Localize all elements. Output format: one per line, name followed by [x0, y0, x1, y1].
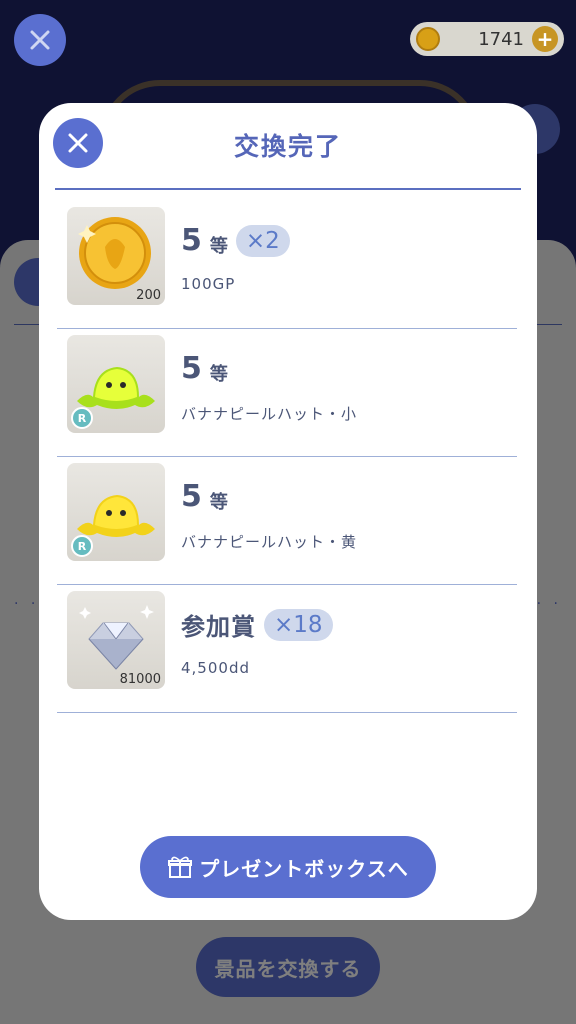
- gift-icon: [168, 856, 193, 878]
- close-icon: [30, 30, 50, 50]
- present-box-button[interactable]: プレゼントボックスへ: [140, 836, 436, 898]
- prize-list: 200 5 等 ×2 100GP R 5 等 バナナピールハット・小 R 5 等…: [57, 201, 517, 713]
- rank-number: 5: [181, 351, 202, 386]
- rank-unit: 等: [209, 363, 228, 385]
- prize-row: R 5 等 バナナピールハット・小: [57, 329, 517, 457]
- prize-thumbnail: R: [67, 335, 165, 433]
- prize-rank: 5 等: [181, 479, 228, 514]
- prize-description: 4,500dd: [181, 659, 250, 677]
- multiplier-badge: ×2: [235, 224, 290, 257]
- prize-row: R 5 等 バナナピールハット・黄: [57, 457, 517, 585]
- prize-thumbnail: R: [67, 463, 165, 561]
- multiplier-badge: ×18: [264, 608, 333, 641]
- prize-description: 100GP: [181, 275, 236, 293]
- present-box-label: プレゼントボックスへ: [199, 856, 409, 881]
- prize-thumbnail: 200: [67, 207, 165, 305]
- rank-number: 5: [181, 223, 202, 258]
- prize-thumbnail: 81000: [67, 591, 165, 689]
- prize-row: 200 5 等 ×2 100GP: [57, 201, 517, 329]
- exchange-complete-modal: 交換完了 200 5 等 ×2 100GP R 5 等 バナナピールハット・小 …: [39, 103, 537, 920]
- coin-icon: [416, 27, 440, 51]
- rank-unit: 等: [209, 235, 228, 257]
- title-divider: [55, 188, 521, 190]
- coin-balance: 1741 +: [410, 22, 564, 56]
- coin-amount: 1741: [478, 28, 524, 50]
- modal-title: 交換完了: [233, 132, 342, 161]
- prize-rank: 5 等 ×2: [181, 223, 290, 258]
- prize-thumb-qty: 81000: [119, 672, 161, 687]
- rarity-badge: R: [71, 407, 93, 429]
- rank-label: 参加賞: [181, 613, 256, 641]
- prize-rank: 5 等: [181, 351, 228, 386]
- prize-description: バナナピールハット・黄: [181, 533, 358, 551]
- prize-description: バナナピールハット・小: [181, 405, 358, 423]
- top-close-button: [14, 14, 66, 66]
- prize-row: 81000 参加賞 ×18 4,500dd: [57, 585, 517, 713]
- rank-number: 5: [181, 479, 202, 514]
- rank-unit: 等: [209, 491, 228, 513]
- prize-rank: 参加賞 ×18: [181, 607, 333, 642]
- add-coin-icon: +: [532, 26, 558, 52]
- prize-thumb-qty: 200: [136, 288, 161, 303]
- rarity-badge: R: [71, 535, 93, 557]
